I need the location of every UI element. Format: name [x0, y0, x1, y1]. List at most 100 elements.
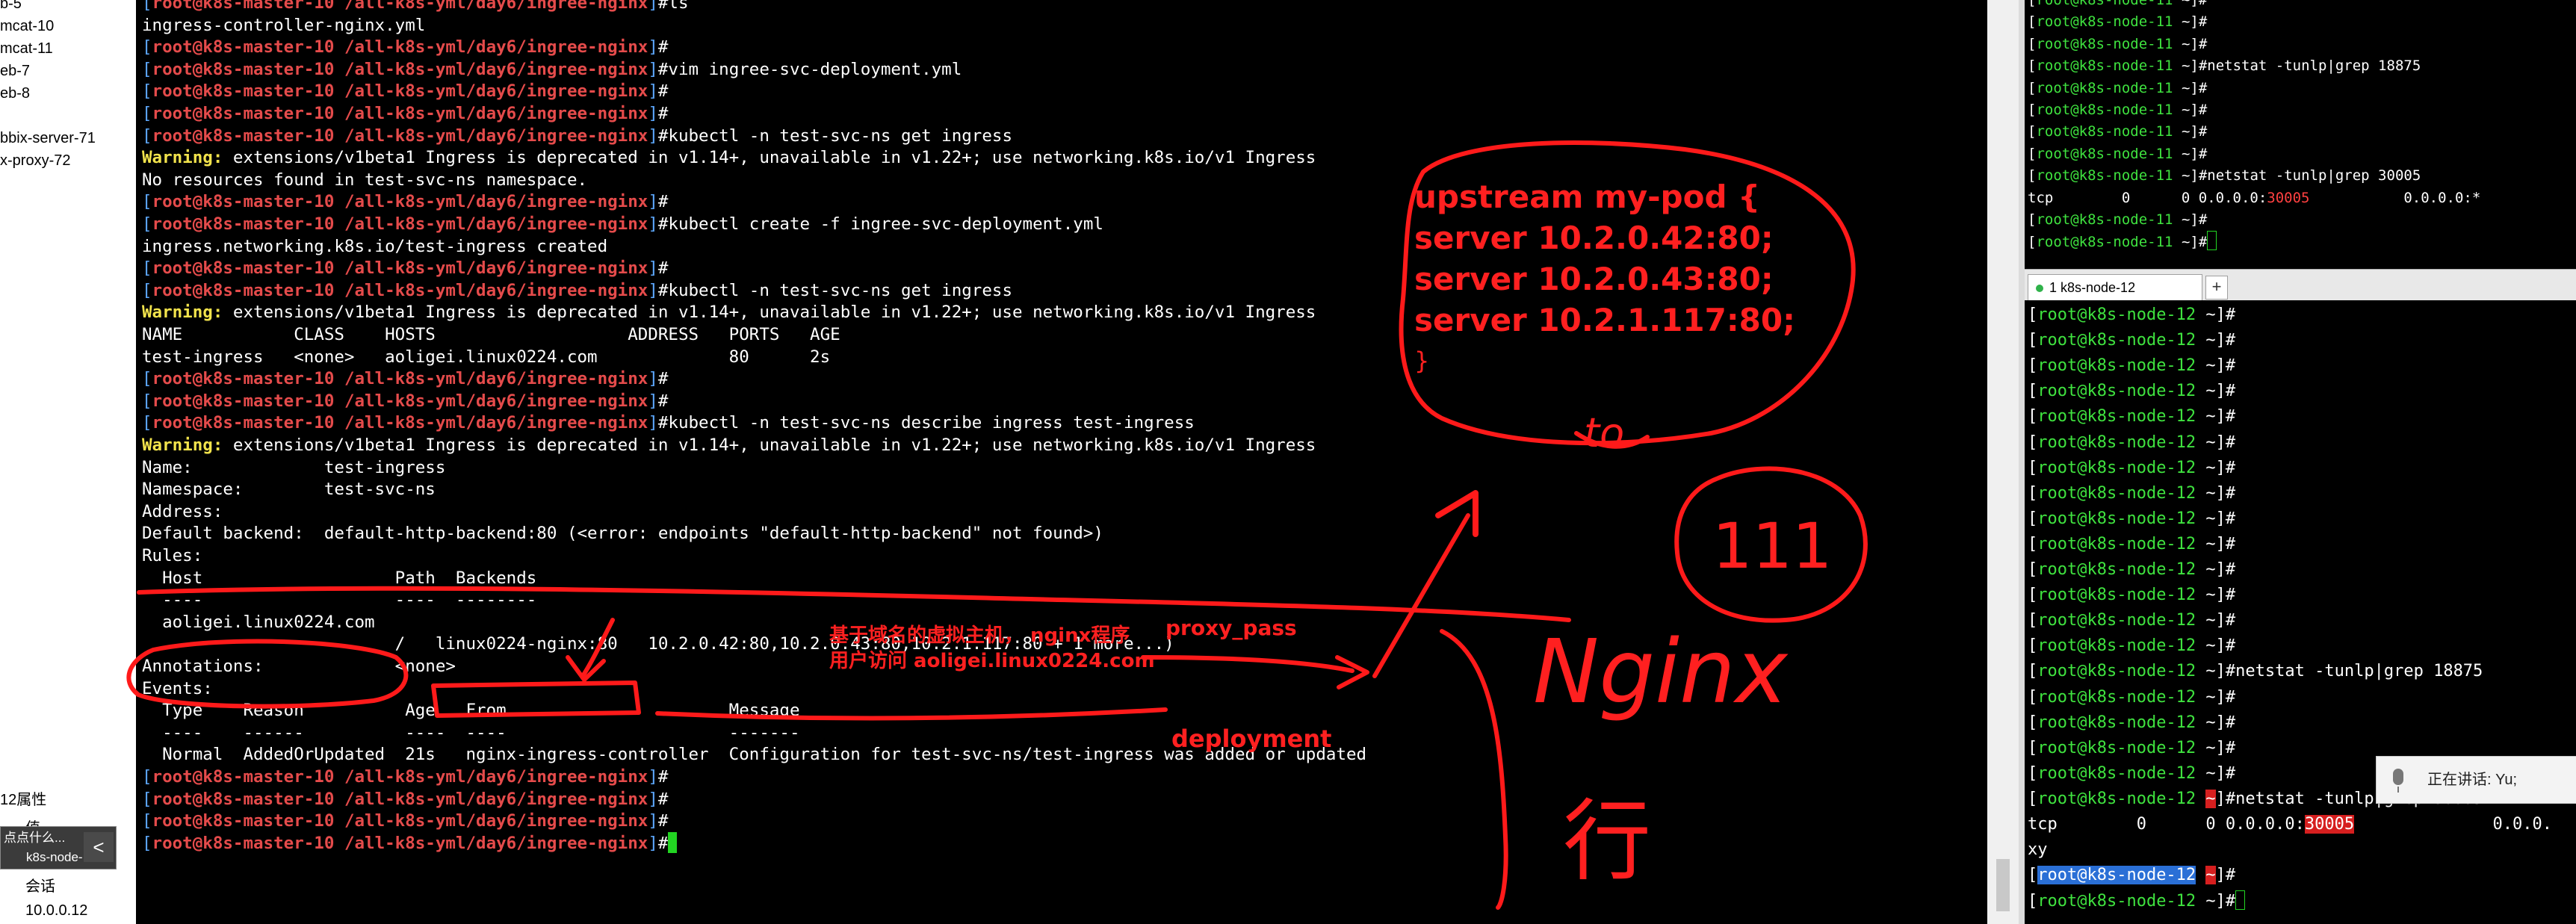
- prompt-bracket: [: [142, 258, 152, 279]
- session-item[interactable]: bbix-server-71: [0, 127, 96, 149]
- prompt-bracket: [: [2028, 483, 2038, 503]
- terminal-line: [root@k8s-node-12 ~]#: [2028, 763, 2235, 784]
- terminal-line: Address:: [142, 500, 223, 524]
- output-text: Annotations: <none>: [142, 657, 456, 676]
- prompt-bracket: ]#: [2190, 0, 2208, 8]
- prompt-hash: #: [657, 391, 669, 411]
- node12-terminal[interactable]: [root@k8s-node-12 ~]# [root@k8s-node-12 ~…: [2025, 300, 2576, 924]
- output-text: Namespace: test-svc-ns: [142, 480, 436, 500]
- command-text: kubectl -n test-svc-ns get ingress: [668, 280, 1012, 300]
- prompt-bracket: [: [142, 811, 152, 831]
- pane-divider[interactable]: [2019, 0, 2025, 924]
- prompt-bracket: [: [2028, 0, 2037, 8]
- terminal-line: Annotations: <none>: [142, 654, 456, 678]
- netstat-port: 30005: [2304, 815, 2355, 834]
- prompt-dir: ~: [2181, 13, 2190, 31]
- prompt-path: /all-k8s-yml/day6/ingree-nginx: [344, 833, 648, 853]
- terminal-line: [root@k8s-node-12 ~]#: [2028, 585, 2235, 606]
- prompt-path: /all-k8s-yml/day6/ingree-nginx: [344, 0, 648, 13]
- prompt-bracket: ]#: [2215, 483, 2236, 503]
- session-item[interactable]: mcat-11: [0, 37, 53, 60]
- prompt-user: root@k8s-node-12: [2037, 306, 2196, 324]
- terminal-line: Warning: extensions/v1beta1 Ingress is d…: [142, 146, 1316, 170]
- prompt-dir: ~: [2181, 35, 2190, 52]
- prompt-bracket: [: [142, 125, 152, 146]
- main-terminal-scrollbar[interactable]: [1987, 0, 2019, 924]
- properties-header: 12属性: [0, 792, 47, 808]
- annotation-handwritten: 行: [1563, 790, 1652, 893]
- command-text: netstat -tunlp|grep 18875: [2235, 662, 2483, 681]
- annotation-upstream-line: }: [1414, 347, 1430, 375]
- terminal-line: [root@k8s-node-12 ~]#: [2028, 687, 2235, 708]
- prompt-user: root@k8s-master-10: [152, 789, 335, 809]
- prompt-path: /all-k8s-yml/day6/ingree-nginx: [344, 391, 648, 411]
- prompt-user: root@k8s-node-11: [2036, 58, 2173, 75]
- annotation-vhost-line: 基于域名的虚拟主机， nginx程序: [829, 624, 1130, 647]
- prompt-user: root@k8s-node-11: [2036, 79, 2173, 96]
- prompt-user: root@k8s-master-10: [152, 192, 335, 212]
- main-terminal[interactable]: [root@k8s-master-10 /all-k8s-yml/day6/in…: [136, 0, 1987, 924]
- prompt-user: root@k8s-node-12: [2037, 407, 2196, 427]
- prompt-user: root@k8s-node-11: [2036, 145, 2173, 162]
- netstat-output: 0.0.0.0:*: [2309, 189, 2481, 206]
- prompt-bracket: [: [142, 767, 152, 787]
- annotation-upstream-line: server 10.2.1.117:80;: [1414, 302, 1795, 338]
- session-item[interactable]: x-proxy-72: [0, 149, 70, 172]
- prompt-bracket: [: [2028, 687, 2038, 707]
- prompt-bracket: ]#: [2215, 432, 2236, 452]
- prompt-path: /all-k8s-yml/day6/ingree-nginx: [344, 280, 648, 300]
- prompt-user: root@k8s-node-12: [2037, 636, 2196, 656]
- prompt-user: root@k8s-master-10: [152, 258, 335, 279]
- prompt-bracket: ]: [648, 767, 658, 787]
- prompt-path: /all-k8s-yml/day6/ingree-nginx: [344, 81, 648, 102]
- prompt-bracket: [: [142, 81, 152, 102]
- terminal-line: [root@k8s-node-12 ~]#: [2028, 330, 2235, 351]
- prompt-bracket: [: [142, 833, 152, 853]
- prompt-dir: ~: [2205, 407, 2216, 427]
- scrollbar-thumb[interactable]: [1996, 859, 2010, 911]
- new-tab-button[interactable]: +: [2205, 276, 2228, 300]
- prompt-bracket: ]#: [2190, 123, 2208, 140]
- node11-terminal[interactable]: [root@k8s-node-11 ~]# [root@k8s-node-11 ~…: [2025, 0, 2576, 269]
- warning-text: extensions/v1beta1 Ingress is deprecated…: [223, 435, 1316, 455]
- prompt-bracket: ]#: [2215, 560, 2236, 579]
- prompt-bracket: ]: [648, 104, 658, 123]
- session-item[interactable]: eb-8: [0, 82, 30, 105]
- warning-text: extensions/v1beta1 Ingress is deprecated…: [223, 148, 1316, 168]
- prompt-dir: ~: [2205, 382, 2216, 401]
- prompt-bracket: ]#: [2190, 58, 2208, 75]
- prompt-user: root@k8s-node-12: [2037, 560, 2196, 579]
- prompt-bracket: ]#: [2190, 211, 2208, 228]
- command-text: kubectl -n test-svc-ns describe ingress …: [668, 413, 1195, 433]
- prompt-bracket: [: [2028, 662, 2038, 681]
- output-text: aoligei.linux0224.com: [142, 612, 375, 632]
- terminal-line: [root@k8s-master-10 /all-k8s-yml/day6/in…: [142, 256, 668, 280]
- prompt-bracket: ]#: [2190, 167, 2208, 185]
- prompt-user: root@k8s-node-12: [2037, 586, 2196, 605]
- collapse-button[interactable]: <: [84, 832, 114, 862]
- prompt-user: root@k8s-node-12: [2037, 738, 2196, 757]
- session-item[interactable]: eb-7: [0, 60, 30, 82]
- prompt-bracket: [: [2028, 331, 2038, 350]
- terminal-line: [root@k8s-node-12 ~]#: [2028, 610, 2235, 631]
- command-text: netstat -tunlp|grep 18875: [2207, 58, 2421, 75]
- session-item[interactable]: mcat-10: [0, 15, 54, 37]
- output-text: Rules:: [142, 546, 203, 565]
- prompt-bracket: ]#: [2190, 13, 2208, 31]
- voice-chat-popup[interactable]: 正在讲话: Yu;: [2376, 756, 2576, 804]
- prompt-dir: ~: [2205, 483, 2216, 503]
- prompt-bracket: [: [2028, 58, 2037, 75]
- tab-k8s-node-12[interactable]: 1 k8s-node-12: [2028, 274, 2202, 300]
- command-text: ls: [668, 0, 689, 13]
- session-item[interactable]: b-5: [0, 0, 22, 15]
- terminal-line: [root@k8s-node-11 ~]#: [2028, 78, 2207, 99]
- prompt-bracket: [: [2028, 458, 2038, 477]
- prompt-user: root@k8s-node-12: [2037, 509, 2196, 528]
- terminal-line: Namespace: test-svc-ns: [142, 477, 436, 501]
